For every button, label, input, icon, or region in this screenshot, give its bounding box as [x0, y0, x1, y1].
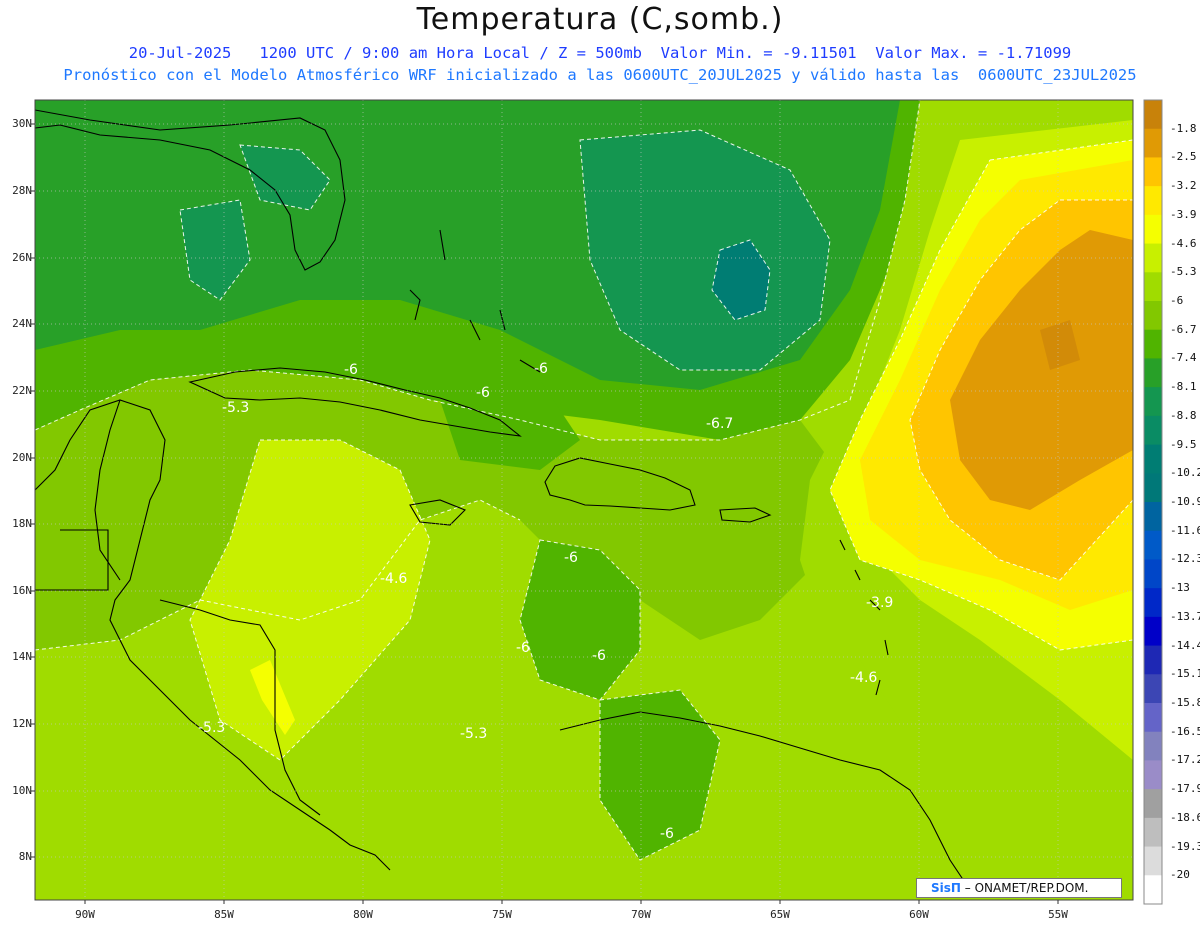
colorbar-tick-label: -15.1 [1170, 667, 1200, 681]
lon-label: 70W [631, 908, 651, 921]
temperature-map: -6 -6 -6 -5.3 -6.7 -4.6 -6 -6 -3.9 -4.6 … [31, 99, 1163, 905]
colorbar-tick-label: -16.5 [1170, 724, 1200, 738]
lat-label: 28N [12, 184, 32, 197]
lat-label: 26N [12, 251, 32, 264]
colorbar-swatch [1144, 444, 1162, 474]
colorbar-tick-label: -4.6 [1170, 236, 1197, 250]
contour-label: -6 [564, 550, 578, 566]
contour-label: -5.3 [460, 726, 487, 742]
colorbar-swatch [1144, 128, 1162, 158]
colorbar-swatch [1144, 760, 1162, 790]
lat-label: 22N [12, 384, 32, 397]
lon-label: 65W [770, 908, 790, 921]
colorbar [1143, 99, 1163, 905]
lat-label: 14N [12, 650, 32, 663]
colorbar-tick-label: -6 [1170, 294, 1184, 307]
colorbar-swatch [1144, 588, 1162, 618]
colorbar-tick-label: -18.6 [1170, 810, 1200, 824]
colorbar-swatch [1144, 846, 1162, 876]
colorbar-tick-label: -10.2 [1170, 466, 1200, 480]
contour-label: -5.3 [198, 720, 225, 736]
colorbar-swatch [1144, 214, 1162, 245]
colorbar-swatch [1144, 559, 1162, 589]
colorbar-swatch [1144, 817, 1162, 848]
colorbar-swatch [1144, 243, 1162, 273]
colorbar-tick-label: -9.5 [1170, 437, 1197, 451]
colorbar-swatch [1144, 301, 1162, 331]
colorbar-tick-label: -8.1 [1170, 380, 1197, 394]
lat-label: 12N [12, 717, 32, 730]
contour-label: -6.7 [706, 416, 733, 432]
colorbar-swatch [1144, 875, 1162, 905]
colorbar-swatch [1144, 703, 1162, 733]
credit-text: – ONAMET/REP.DOM. [960, 881, 1089, 895]
lat-label: 16N [12, 584, 32, 597]
colorbar-tick-label: -19.3 [1170, 839, 1200, 853]
lat-label: 8N [18, 850, 32, 863]
colorbar-tick-label: -17.9 [1170, 782, 1200, 796]
lat-label: 10N [12, 784, 32, 797]
colorbar-tick-label: -14.4 [1170, 638, 1200, 652]
colorbar-tick-label: -7.4 [1170, 351, 1197, 365]
lon-label: 55W [1048, 908, 1068, 921]
colorbar-tick-label: -12.3 [1170, 552, 1200, 566]
contour-label: -6 [516, 640, 530, 656]
colorbar-swatch [1144, 645, 1162, 675]
colorbar-tick-label: -17.2 [1170, 753, 1200, 767]
contour-label: -4.6 [380, 571, 407, 587]
colorbar-tick-label: -8.8 [1170, 408, 1197, 422]
contour-label: -6 [534, 361, 548, 377]
lat-label: 18N [12, 517, 32, 530]
lon-label: 90W [75, 908, 95, 921]
credit-brand: SisΠ [931, 881, 961, 895]
lat-label: 20N [12, 451, 32, 464]
colorbar-swatch [1144, 272, 1162, 302]
contour-label: -6 [476, 385, 490, 401]
colorbar-tick-label: -13.7 [1170, 609, 1200, 623]
colorbar-swatch [1144, 731, 1162, 761]
colorbar-swatch [1144, 616, 1162, 647]
colorbar-tick-label: -13 [1170, 581, 1190, 595]
colorbar-tick-label: -3.2 [1170, 179, 1197, 193]
colorbar-swatch [1144, 100, 1162, 130]
colorbar-swatch [1144, 415, 1162, 446]
colorbar-swatch [1144, 157, 1162, 187]
colorbar-tick-label: -1.8 [1170, 121, 1197, 135]
colorbar-swatch [1144, 789, 1162, 819]
colorbar-swatch [1144, 387, 1162, 417]
colorbar-tick-label: -10.9 [1170, 495, 1200, 508]
contour-label: -4.6 [850, 670, 877, 686]
colorbar-swatch [1144, 473, 1162, 503]
lon-label: 60W [909, 908, 929, 921]
colorbar-swatch [1144, 502, 1162, 532]
contour-label: -5.3 [222, 400, 249, 416]
shaded-field [35, 100, 1133, 900]
lon-label: 80W [353, 908, 373, 921]
colorbar-swatch [1144, 530, 1162, 560]
colorbar-tick-label: -6.7 [1170, 322, 1197, 336]
lat-label: 30N [12, 117, 32, 130]
lon-label: 85W [214, 908, 234, 921]
colorbar-swatch [1144, 329, 1162, 359]
colorbar-tick-label: -15.8 [1170, 696, 1200, 709]
colorbar-tick-label: -20 [1170, 868, 1190, 882]
lon-label: 75W [492, 908, 512, 921]
colorbar-swatch [1144, 186, 1162, 216]
lat-label: 24N [12, 317, 32, 330]
contour-label: -6 [344, 362, 358, 378]
credit-box: SisΠ – ONAMET/REP.DOM. [916, 878, 1122, 898]
colorbar-tick-label: -11.6 [1170, 523, 1200, 537]
colorbar-tick-label: -2.5 [1170, 150, 1197, 164]
colorbar-tick-label: -3.9 [1170, 207, 1197, 221]
colorbar-swatch [1144, 358, 1162, 388]
contour-label: -3.9 [866, 595, 893, 611]
colorbar-swatch [1144, 674, 1162, 704]
colorbar-tick-label: -5.3 [1170, 265, 1197, 279]
contour-label: -6 [660, 826, 674, 842]
contour-label: -6 [592, 648, 606, 664]
